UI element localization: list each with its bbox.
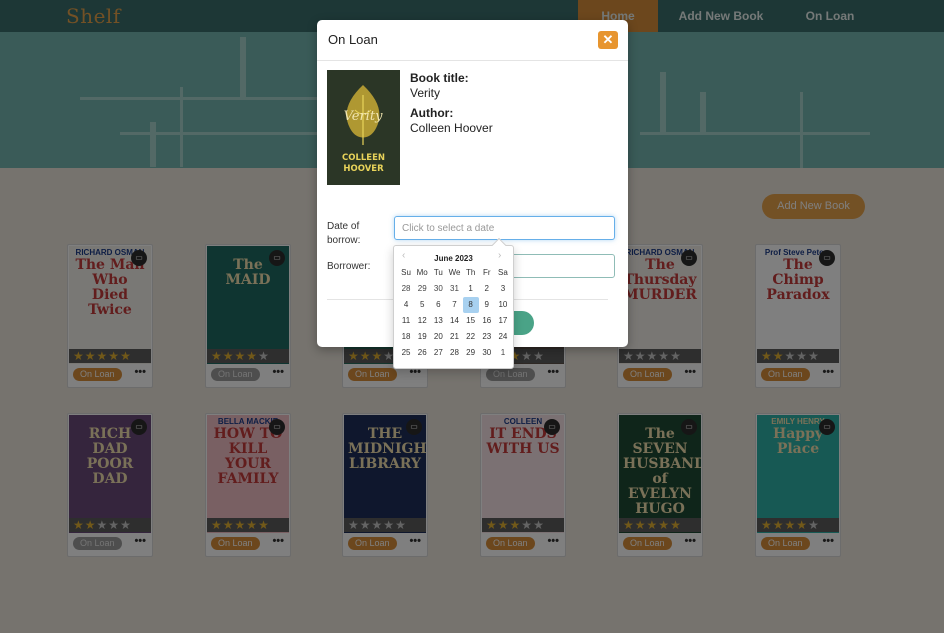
- calendar-day[interactable]: 8: [462, 297, 479, 313]
- calendar-day[interactable]: 25: [398, 345, 414, 361]
- calendar-day[interactable]: 30: [430, 281, 446, 297]
- calendar-day[interactable]: 28: [446, 345, 462, 361]
- book-title-value: Verity: [410, 86, 441, 100]
- borrower-label: Borrower:: [327, 261, 371, 272]
- calendar-day[interactable]: 13: [430, 313, 446, 329]
- calendar-day[interactable]: 16: [479, 313, 495, 329]
- weekday-header: Fr: [482, 268, 491, 277]
- weekday-header: Sa: [498, 268, 508, 277]
- book-cover-image: Verity COLLEEN HOOVER: [327, 70, 400, 185]
- next-month-button[interactable]: ›: [498, 250, 501, 261]
- calendar-day[interactable]: 26: [414, 345, 430, 361]
- weekday-header: Th: [465, 268, 476, 277]
- calendar-day[interactable]: 3: [495, 281, 511, 297]
- calendar-day[interactable]: 9: [479, 297, 495, 313]
- calendar-day[interactable]: 5: [414, 297, 430, 313]
- close-button[interactable]: ✕: [598, 31, 618, 49]
- close-icon: ✕: [602, 32, 614, 47]
- calendar-day[interactable]: 27: [430, 345, 446, 361]
- weekday-header: Tu: [433, 268, 443, 277]
- calendar-day[interactable]: 7: [446, 297, 462, 313]
- calendar-day[interactable]: 17: [495, 313, 511, 329]
- cover-title-text: Verity: [344, 109, 383, 124]
- calendar-day[interactable]: 4: [398, 297, 414, 313]
- calendar-day[interactable]: 21: [446, 329, 462, 345]
- calendar-day[interactable]: 23: [479, 329, 495, 345]
- calendar-day[interactable]: 14: [446, 313, 462, 329]
- cover-author-text: COLLEEN HOOVER: [341, 153, 386, 174]
- calendar-day[interactable]: 31: [446, 281, 462, 297]
- author-label: Author:: [410, 106, 454, 120]
- calendar-day[interactable]: 11: [398, 313, 414, 329]
- date-of-borrow-input[interactable]: [394, 216, 615, 240]
- calendar-day[interactable]: 29: [414, 281, 430, 297]
- author-value: Colleen Hoover: [410, 121, 493, 135]
- calendar-day[interactable]: 6: [430, 297, 446, 313]
- weekday-header: Mo: [416, 268, 428, 277]
- weekday-header: Su: [401, 268, 411, 277]
- calendar-day[interactable]: 10: [495, 297, 511, 313]
- calendar-day[interactable]: 2: [479, 281, 495, 297]
- calendar-day[interactable]: 1: [495, 345, 511, 361]
- weekday-header: We: [448, 268, 461, 277]
- calendar-day[interactable]: 29: [463, 345, 479, 361]
- datepicker-days-grid: Su Mo Tu We Th Fr Sa 28 29 30 31 1 2 3 4 5 6 7 8 9 10 11 12 13 1…: [398, 265, 511, 361]
- modal-header: On Loan ✕: [317, 20, 628, 61]
- calendar-day[interactable]: 28: [398, 281, 414, 297]
- calendar-day[interactable]: 12: [414, 313, 430, 329]
- calendar-day[interactable]: 22: [463, 329, 479, 345]
- date-of-borrow-label: Date of borrow:: [327, 221, 361, 246]
- datepicker-month-title[interactable]: June 2023: [394, 254, 513, 263]
- calendar-day[interactable]: 18: [398, 329, 414, 345]
- calendar-day[interactable]: 24: [495, 329, 511, 345]
- calendar-day[interactable]: 1: [463, 281, 479, 297]
- calendar-day[interactable]: 30: [479, 345, 495, 361]
- calendar-day[interactable]: 20: [430, 329, 446, 345]
- book-title-label: Book title:: [410, 71, 469, 85]
- modal-title: On Loan: [328, 32, 378, 47]
- calendar-day[interactable]: 15: [463, 313, 479, 329]
- calendar-day[interactable]: 19: [414, 329, 430, 345]
- datepicker: ‹ June 2023 › Su Mo Tu We Th Fr Sa 28 29 30 31 1 2 3 4…: [393, 237, 514, 369]
